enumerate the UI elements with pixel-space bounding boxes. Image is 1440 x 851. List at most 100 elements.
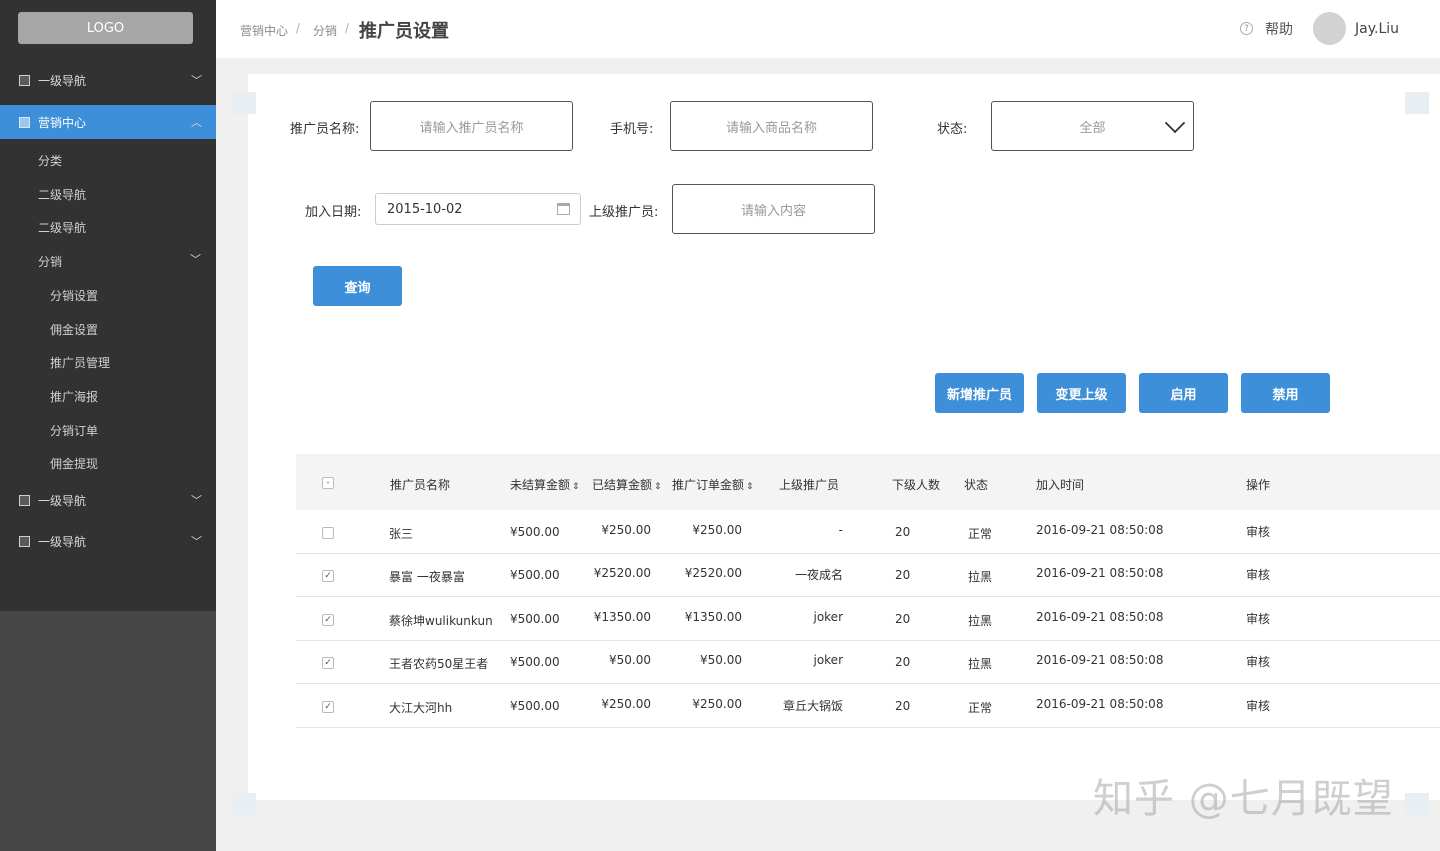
row-checkbox[interactable] [322,527,334,539]
panel-corner-mark [232,793,256,815]
logo: LOGO [18,12,193,44]
cell-join-time: 2016-09-21 08:50:08 [1036,523,1164,537]
cell-name: 张三 [389,527,414,541]
breadcrumb-distribution[interactable]: 分销 [313,22,337,39]
column-header-operation: 操作 [1246,478,1271,492]
row-checkbox[interactable]: ✓ [322,614,334,626]
chevron-down-icon [1164,112,1186,134]
review-link[interactable]: 审核 [1246,653,1270,670]
subnav-level2-a[interactable]: 二级导航 [38,186,86,203]
column-header-join-time: 加入时间 [1036,478,1085,492]
breadcrumb-marketing[interactable]: 营销中心 [240,22,288,39]
avatar[interactable] [1313,12,1346,45]
subnav-distribution[interactable]: 分销 [38,253,62,270]
phone-label: 手机号: [610,122,654,137]
review-link[interactable]: 审核 [1246,697,1270,714]
sort-icon: ⇕ [746,482,754,492]
nav-square-icon [19,494,30,506]
page-title: 推广员设置 [359,21,449,42]
panel-corner-mark [1405,793,1429,815]
nav-item-level1-a[interactable]: 一级导航 ﹀ [0,63,216,97]
row-checkbox[interactable]: ✓ [322,657,334,669]
review-link[interactable]: 审核 [1246,566,1270,583]
chevron-down-icon: ﹀ [191,494,202,507]
subnav-commission-settings[interactable]: 佣金设置 [50,321,98,338]
cell-sub-count: 20 [895,699,911,713]
breadcrumb-separator: / [345,21,350,35]
review-link[interactable]: 审核 [1246,523,1270,540]
row-checkbox[interactable]: ✓ [322,701,334,713]
nav-item-level1-c[interactable]: 一级导航 ﹀ [0,524,216,558]
cell-settled: ¥1350.00 [593,610,651,624]
cell-unsettled: ¥500.00 [510,568,560,582]
nav-square-icon [19,535,30,547]
column-header-parent: 上级推广员 [779,478,840,492]
column-header-settled[interactable]: 已结算金额 ⇕ [592,476,662,493]
status-select[interactable]: 全部 [991,101,1194,151]
cell-sub-count: 20 [895,612,911,626]
cell-status: 拉黑 [968,614,993,628]
column-header-unsettled[interactable]: 未结算金额 ⇕ [510,476,580,493]
disable-button[interactable]: 禁用 [1241,373,1330,413]
parent-promoter-input[interactable]: 请输入内容 [672,184,875,234]
chevron-down-icon: ﹀ [190,253,201,266]
cell-parent: joker [813,653,843,667]
chevron-down-icon: ﹀ [191,535,202,548]
subnav-category[interactable]: 分类 [38,152,62,169]
help-icon[interactable]: ? [1240,22,1253,35]
nav-item-level1-b[interactable]: 一级导航 ﹀ [0,483,216,517]
cell-status: 正常 [968,527,993,541]
subnav-commission-withdraw[interactable]: 佣金提现 [50,455,98,472]
status-select-value: 全部 [1079,120,1106,136]
change-parent-button[interactable]: 变更上级 [1037,373,1126,413]
subnav-level2-b[interactable]: 二级导航 [38,219,86,236]
cell-settled: ¥50.00 [609,653,651,667]
cell-name: 暴富 一夜暴富 [389,570,465,584]
column-header-sub-count: 下级人数 [892,478,941,492]
cell-join-time: 2016-09-21 08:50:08 [1036,653,1164,667]
select-all-checkbox[interactable]: - [322,477,334,489]
cell-unsettled: ¥500.00 [510,612,560,626]
subnav-distribution-settings[interactable]: 分销设置 [50,287,98,304]
watermark: 知乎 @七月既望 [1093,776,1394,822]
column-header-label: 推广订单金额 [672,478,745,492]
subnav-distribution-orders[interactable]: 分销订单 [50,422,98,439]
cell-settled: ¥250.00 [601,523,651,537]
row-checkbox[interactable]: ✓ [322,570,334,582]
panel-corner-mark [1405,92,1429,114]
username[interactable]: Jay.Liu [1355,21,1399,37]
query-button[interactable]: 查询 [313,266,402,306]
promoter-name-input[interactable]: 请输入推广员名称 [370,101,573,151]
cell-unsettled: ¥500.00 [510,699,560,713]
cell-parent: joker [813,610,843,624]
chevron-down-icon: ﹀ [191,74,202,87]
column-header-order-amount[interactable]: 推广订单金额 ⇕ [672,476,754,493]
calendar-icon [557,203,570,215]
sidebar: LOGO 一级导航 ﹀ 营销中心 ︿ 分类 二级导航 二级导航 分销 ﹀ 分销设… [0,0,216,851]
status-label: 状态: [937,122,968,137]
breadcrumb-separator: / [296,21,301,35]
help-link[interactable]: 帮助 [1265,19,1293,39]
cell-name: 大江大河hh [389,701,453,715]
cell-join-time: 2016-09-21 08:50:08 [1036,566,1164,580]
cell-order-amount: ¥1350.00 [684,610,742,624]
subnav-promoter-management[interactable]: 推广员管理 [50,354,110,371]
review-link[interactable]: 审核 [1246,610,1270,627]
nav-label: 一级导航 [38,73,87,88]
cell-settled: ¥250.00 [601,697,651,711]
cell-name: 蔡徐坤wulikunkun [389,614,493,628]
phone-input[interactable]: 请输入商品名称 [670,101,873,151]
cell-unsettled: ¥500.00 [510,525,560,539]
cell-order-amount: ¥250.00 [692,697,742,711]
subnav-promo-poster[interactable]: 推广海报 [50,388,98,405]
nav-item-marketing[interactable]: 营销中心 ︿ [0,105,216,139]
enable-button[interactable]: 启用 [1139,373,1228,413]
join-date-picker[interactable]: 2015-10-02 [375,193,581,225]
cell-sub-count: 20 [895,568,911,582]
cell-order-amount: ¥50.00 [700,653,742,667]
cell-order-amount: ¥250.00 [692,523,742,537]
add-promoter-button[interactable]: 新增推广员 [935,373,1024,413]
cell-status: 拉黑 [968,657,993,671]
cell-unsettled: ¥500.00 [510,655,560,669]
panel-corner-mark [232,92,256,114]
